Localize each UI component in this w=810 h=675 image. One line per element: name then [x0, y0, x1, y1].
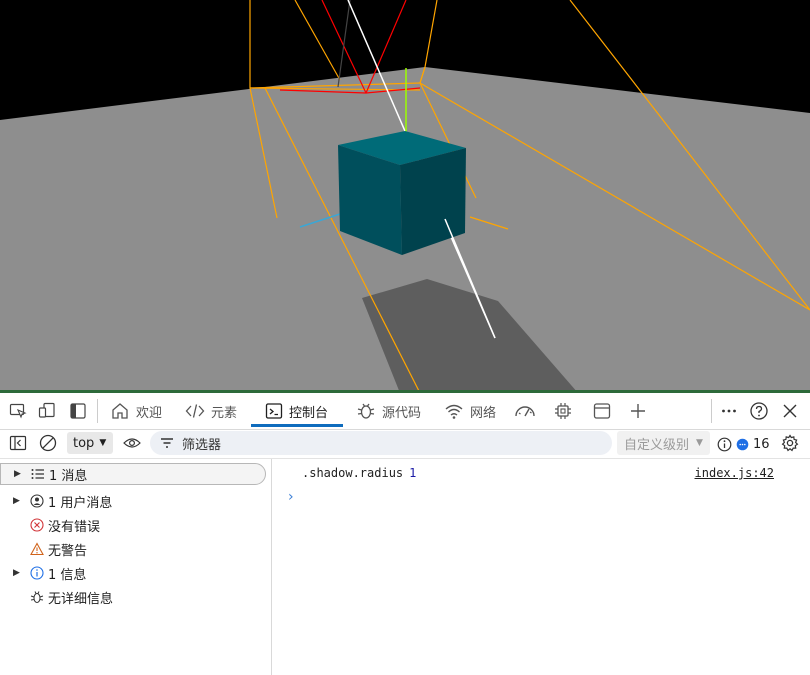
warning-icon	[30, 542, 44, 556]
context-value: top	[73, 435, 95, 451]
bug-icon	[30, 590, 44, 604]
error-icon	[30, 518, 44, 532]
more-options-icon[interactable]	[718, 396, 740, 426]
device-emulation-icon[interactable]	[37, 396, 57, 426]
eye-icon[interactable]	[122, 430, 142, 456]
memory-icon[interactable]	[552, 396, 574, 426]
performance-icon[interactable]	[513, 396, 537, 426]
tab-label: 网络	[470, 405, 497, 421]
home-icon	[112, 403, 128, 419]
inspect-element-icon[interactable]	[8, 396, 28, 426]
tab-elements[interactable]: 元素	[185, 396, 237, 426]
issues-count: 16	[753, 436, 770, 452]
active-tab-indicator	[251, 424, 343, 427]
sidebar-item-label: 无详细信息	[48, 591, 114, 607]
log-message: .shadow.radius 1	[302, 466, 416, 480]
code-icon	[185, 404, 205, 418]
sidebar-item-label: 1 用户消息	[48, 495, 113, 511]
bug-icon	[357, 403, 375, 419]
log-source-link[interactable]: index.js:42	[695, 466, 774, 480]
toggle-console-sidebar-icon[interactable]	[8, 430, 28, 456]
clear-console-icon[interactable]	[38, 430, 58, 456]
chevron-down-icon: ▼	[99, 438, 107, 448]
user-icon	[30, 494, 44, 508]
console-toolbar: top ▼ 筛选器 自定义级别 ▼ 16	[0, 430, 810, 459]
expand-arrow-icon[interactable]: ▶	[14, 469, 21, 479]
chevron-down-icon: ▼	[696, 438, 703, 448]
sidebar-item-label: 1 消息	[49, 468, 88, 484]
filter-input[interactable]: 筛选器	[150, 431, 612, 455]
sidebar-item-warnings[interactable]: 无警告	[0, 537, 266, 561]
application-icon[interactable]	[591, 396, 613, 426]
console-icon	[265, 403, 283, 419]
add-tab-icon[interactable]	[627, 396, 649, 426]
toolbar-separator	[711, 399, 712, 423]
issues-counter[interactable]: 16	[717, 432, 770, 456]
info-icon	[717, 437, 732, 451]
filter-placeholder: 筛选器	[182, 437, 222, 453]
console-sidebar: ▶ 1 消息 ▶ 1 用户消息 没有错误 无警告 ▶ 1 信息 无详细信息	[0, 459, 272, 675]
wifi-icon	[445, 404, 463, 419]
list-icon	[31, 468, 45, 480]
toggle-sidebar-icon[interactable]	[68, 396, 88, 426]
tab-network[interactable]: 网络	[444, 396, 496, 426]
sidebar-item-label: 没有错误	[48, 519, 101, 535]
expand-arrow-icon[interactable]: ▶	[13, 568, 20, 578]
console-prompt[interactable]: ›	[288, 489, 294, 505]
tab-label: 欢迎	[136, 405, 163, 421]
log-value: 1	[409, 466, 417, 480]
console-output[interactable]: .shadow.radius 1 index.js:42 ›	[272, 459, 810, 675]
sidebar-item-messages[interactable]: ▶ 1 消息	[0, 463, 266, 485]
devtools-main-toolbar: 欢迎 元素 控制台 源代码 网络	[0, 396, 810, 430]
sidebar-item-label: 无警告	[48, 543, 88, 559]
levels-label: 自定义级别	[624, 437, 690, 453]
tab-sources[interactable]: 源代码	[356, 396, 421, 426]
sidebar-item-label: 1 信息	[48, 567, 87, 583]
log-text: .shadow.radius	[302, 466, 404, 480]
tab-label: 控制台	[289, 405, 329, 421]
info-icon	[30, 566, 44, 580]
webgl-viewport[interactable]	[0, 0, 810, 393]
sidebar-item-user-messages[interactable]: ▶ 1 用户消息	[0, 489, 266, 513]
context-selector[interactable]: top ▼	[67, 432, 113, 454]
toolbar-separator	[97, 399, 98, 423]
tab-label: 元素	[211, 405, 238, 421]
expand-arrow-icon[interactable]: ▶	[13, 496, 20, 506]
settings-gear-icon[interactable]	[779, 430, 801, 456]
tab-console[interactable]: 控制台	[265, 396, 328, 426]
log-levels-dropdown[interactable]: 自定义级别 ▼	[617, 431, 710, 455]
tab-welcome[interactable]: 欢迎	[110, 396, 162, 426]
sidebar-item-info[interactable]: ▶ 1 信息	[0, 561, 266, 585]
close-icon[interactable]	[779, 396, 801, 426]
chat-bubble-icon	[736, 438, 749, 450]
help-icon[interactable]	[748, 396, 770, 426]
sidebar-item-verbose[interactable]: 无详细信息	[0, 585, 266, 609]
sidebar-item-errors[interactable]: 没有错误	[0, 513, 266, 537]
filter-icon	[161, 438, 173, 448]
tab-label: 源代码	[382, 405, 422, 421]
